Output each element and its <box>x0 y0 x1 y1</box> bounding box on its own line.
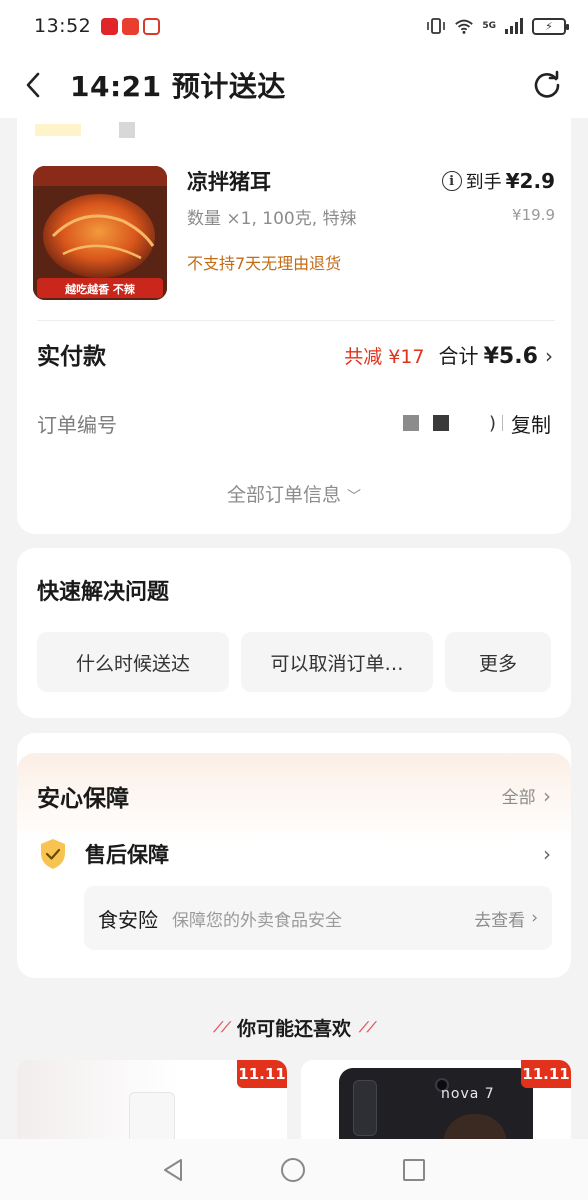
status-time: 13:52 <box>34 15 92 37</box>
notification-icons <box>101 17 161 35</box>
chevron-right-icon: › <box>531 908 538 928</box>
order-number-label: 订单编号 <box>37 412 117 437</box>
chip-more[interactable]: 更多 <box>445 632 551 692</box>
recommend-header: ⟋⟋ 你可能还喜欢 ⟋⟋ <box>0 1014 588 1041</box>
total-amount: ¥5.6 <box>483 343 538 369</box>
app-notification-icon <box>101 17 119 35</box>
status-bar: 13:52 5G ⚡ <box>0 0 588 52</box>
paid-label: 实付款 <box>37 344 106 370</box>
person-image <box>443 1114 507 1140</box>
assurance-all-label: 全部 <box>501 788 536 808</box>
order-item[interactable]: 越吃越香 不辣 凉拌猪耳 数量 ×1, 100克, 特辣 不支持7天无理由退货 … <box>33 164 555 304</box>
insurance-view-link[interactable]: 去查看 <box>474 906 525 931</box>
info-icon[interactable]: i <box>441 171 462 191</box>
app-notification-icon <box>122 17 140 35</box>
original-price: ¥19.9 <box>512 206 555 224</box>
paid-row[interactable]: 实付款 共减 ¥17 合计 ¥5.6 › <box>37 332 553 376</box>
refresh-icon[interactable] <box>532 70 562 100</box>
chevron-right-icon: › <box>543 842 551 866</box>
assurance-title: 安心保障 <box>37 786 129 812</box>
wifi-icon <box>455 19 474 34</box>
camera-module <box>353 1080 377 1136</box>
item-thumbnail: 越吃越香 不辣 <box>33 166 167 300</box>
item-name: 凉拌猪耳 <box>187 170 271 194</box>
chevron-down-icon: ﹀ <box>347 489 362 505</box>
recommend-title: 你可能还喜欢 <box>236 1018 351 1040</box>
chevron-left-icon <box>26 72 40 98</box>
order-number-row: 订单编号 ) 复制 <box>37 406 551 440</box>
signal-icon <box>505 18 523 34</box>
price-label: 到手 <box>465 172 502 193</box>
item-spec: 数量 ×1, 100克, 特辣 <box>187 209 357 229</box>
all-order-info-label: 全部订单信息 <box>226 484 341 506</box>
order-number-masked <box>402 415 449 431</box>
phone-brand-text: nova 7 <box>441 1086 495 1102</box>
chip-delivery-time[interactable]: 什么时候送达 <box>37 632 229 692</box>
food-insurance-row[interactable]: 食安险 保障您的外卖食品安全 去查看 › <box>84 886 552 950</box>
quick-help-card: 快速解决问题 什么时候送达 可以取消订单… 更多 <box>17 548 571 718</box>
recommend-product-card[interactable]: 11.11 <box>17 1060 287 1140</box>
nav-home-icon[interactable] <box>280 1157 306 1183</box>
network-type: 5G <box>482 21 496 31</box>
final-price: ¥2.9 <box>505 169 555 193</box>
sparkle-icon: ⟋⟋ <box>213 1019 231 1036</box>
after-sale-row[interactable]: 售后保障 › <box>39 837 551 871</box>
item-return-note: 不支持7天无理由退货 <box>187 254 342 273</box>
nav-back-icon[interactable] <box>162 1158 184 1182</box>
page-title: 14:21 预计送达 <box>70 70 286 103</box>
total-label: 合计 <box>438 343 479 368</box>
insurance-desc: 保障您的外卖食品安全 <box>172 910 342 931</box>
chevron-right-icon: › <box>545 343 553 368</box>
discount-amount: 共减 ¥17 <box>344 345 425 368</box>
product-image <box>129 1092 175 1140</box>
recommend-product-card[interactable]: nova 7 11.11 <box>301 1060 571 1140</box>
assurance-card: 安心保障 全部 › 售后保障 › 食安险 保障您的外卖食品安全 去查看 › <box>17 733 571 978</box>
order-card: 越吃越香 不辣 凉拌猪耳 数量 ×1, 100克, 特辣 不支持7天无理由退货 … <box>17 100 571 534</box>
app-notification-icon <box>143 17 161 35</box>
obscured-shop-name <box>35 120 135 140</box>
quick-help-title: 快速解决问题 <box>37 580 170 605</box>
copy-button[interactable]: 复制 <box>511 409 551 438</box>
quick-help-chips: 什么时候送达 可以取消订单… 更多 <box>37 632 551 692</box>
thumb-caption: 越吃越香 不辣 <box>64 282 136 296</box>
all-order-info-toggle[interactable]: 全部订单信息 ﹀ <box>17 480 571 507</box>
order-number-tail: ) <box>488 412 496 434</box>
insurance-name: 食安险 <box>98 907 158 932</box>
shield-check-icon <box>41 839 65 869</box>
back-button[interactable] <box>24 70 48 100</box>
double-11-badge: 11.11 <box>521 1060 571 1088</box>
divider <box>37 320 555 321</box>
chevron-right-icon: › <box>543 784 551 808</box>
after-sale-label: 售后保障 <box>85 843 169 867</box>
vibrate-icon <box>427 18 446 34</box>
item-price: i 到手 ¥2.9 <box>441 168 555 194</box>
battery-charging-icon: ⚡ <box>532 17 569 35</box>
double-11-badge: 11.11 <box>237 1060 287 1088</box>
product-image: nova 7 <box>339 1068 533 1140</box>
chip-cancel-order[interactable]: 可以取消订单… <box>241 632 433 692</box>
nav-recents-icon[interactable] <box>402 1158 426 1182</box>
sparkle-icon: ⟋⟋ <box>359 1019 377 1036</box>
system-nav-bar <box>0 1139 588 1200</box>
separator <box>502 415 503 431</box>
assurance-all-link[interactable]: 全部 › <box>502 783 551 808</box>
nav-bar: 14:21 预计送达 <box>0 52 588 118</box>
